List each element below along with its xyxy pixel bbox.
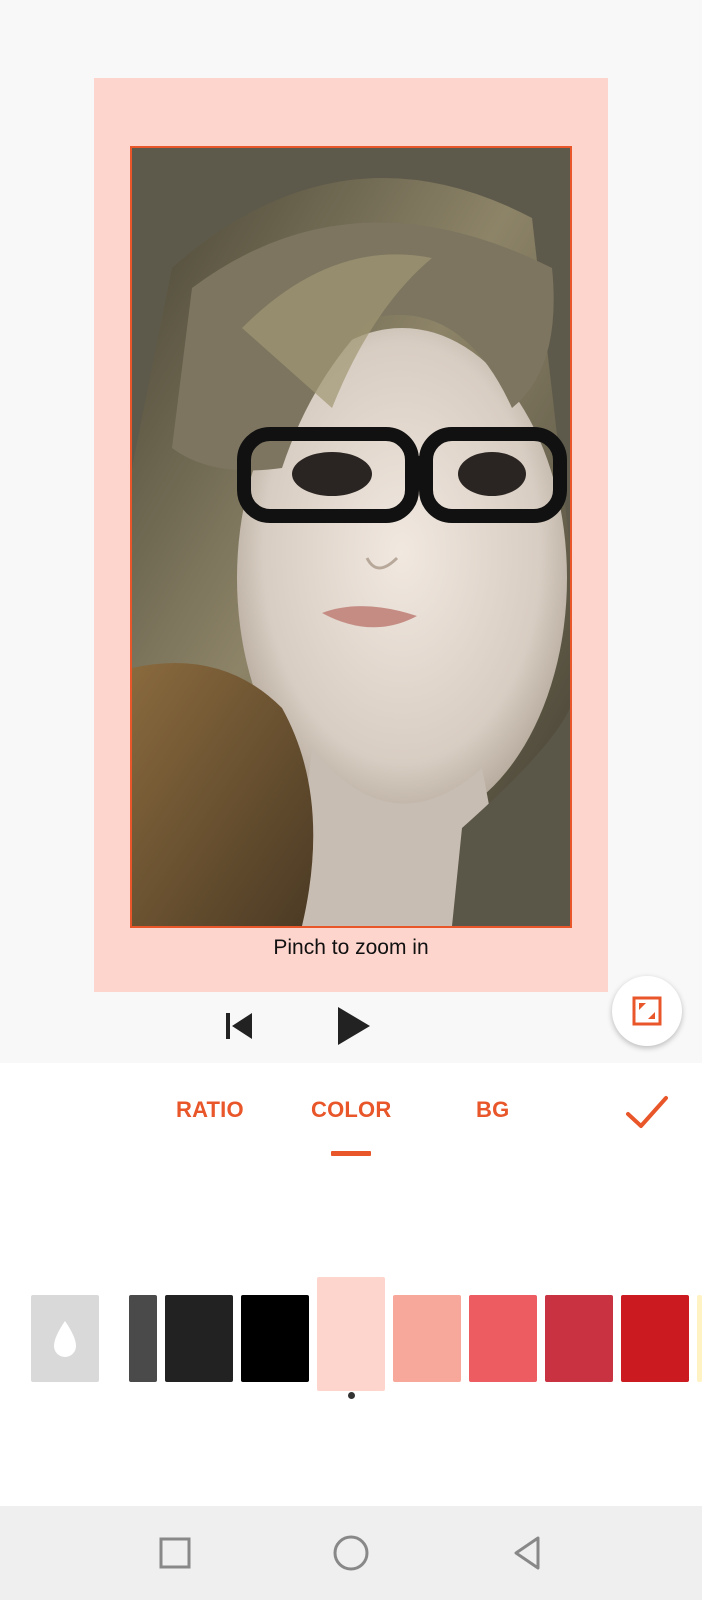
doll-photo-image — [132, 148, 570, 926]
tab-bg[interactable]: BG — [476, 1097, 509, 1123]
color-swatch[interactable] — [241, 1295, 309, 1382]
color-swatch[interactable] — [621, 1295, 689, 1382]
selected-swatch-dot — [348, 1392, 355, 1399]
back-button[interactable] — [504, 1530, 550, 1576]
skip-previous-icon — [226, 1013, 252, 1039]
canvas-frame[interactable]: Pinch to zoom in — [94, 78, 608, 992]
square-recents-icon — [159, 1537, 191, 1569]
color-swatch[interactable] — [697, 1295, 702, 1382]
home-button[interactable] — [328, 1530, 374, 1576]
play-button[interactable] — [334, 1006, 374, 1046]
expand-icon — [632, 996, 662, 1026]
recents-button[interactable] — [152, 1530, 198, 1576]
color-picker-button[interactable] — [31, 1295, 99, 1382]
color-swatch[interactable] — [129, 1295, 157, 1382]
playback-controls — [0, 1004, 702, 1054]
color-swatch[interactable] — [393, 1295, 461, 1382]
confirm-button[interactable] — [624, 1089, 670, 1135]
preview-area: Pinch to zoom in — [0, 0, 702, 1063]
triangle-back-icon — [514, 1536, 540, 1570]
color-swatch[interactable] — [317, 1277, 385, 1391]
expand-button[interactable] — [612, 976, 682, 1046]
color-drop-icon — [54, 1320, 76, 1357]
color-swatch[interactable] — [165, 1295, 233, 1382]
circle-home-icon — [333, 1535, 369, 1571]
color-swatch[interactable] — [469, 1295, 537, 1382]
color-swatch-strip — [0, 1263, 702, 1413]
system-nav-bar — [0, 1506, 702, 1600]
skip-previous-button[interactable] — [222, 1008, 258, 1044]
tab-color[interactable]: COLOR — [311, 1097, 391, 1123]
tab-ratio[interactable]: RATIO — [176, 1097, 244, 1123]
checkmark-icon — [626, 1096, 668, 1128]
active-tab-indicator — [331, 1151, 371, 1156]
color-swatch[interactable] — [545, 1295, 613, 1382]
pinch-hint: Pinch to zoom in — [273, 936, 429, 959]
photo[interactable] — [130, 146, 572, 928]
play-icon — [338, 1007, 370, 1045]
